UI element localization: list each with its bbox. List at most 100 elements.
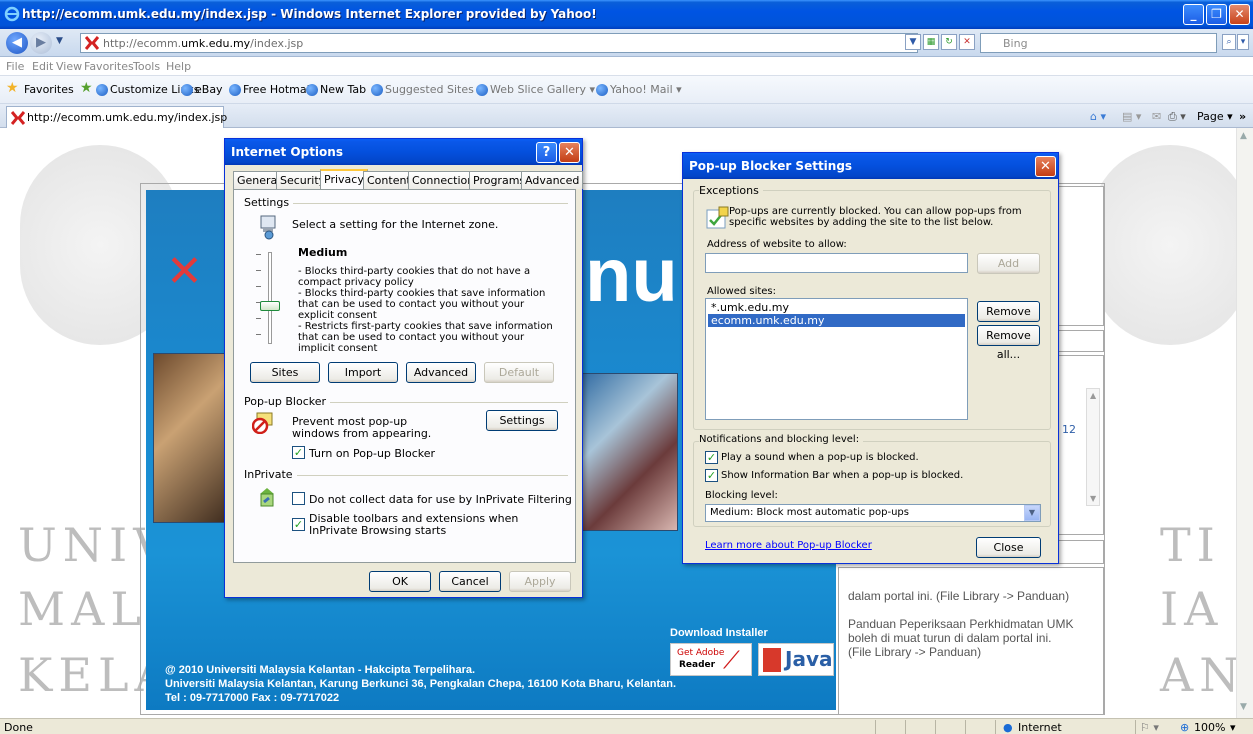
scroll-up-icon[interactable]: ▲ [1240, 131, 1247, 141]
help-button[interactable]: ? [536, 142, 557, 163]
fav-link-new-tab[interactable]: New Tab [320, 83, 366, 96]
java-badge[interactable]: Java [758, 643, 834, 676]
url-input[interactable]: http://ecomm.umk.edu.my/index.jsp [80, 33, 918, 53]
photo-lab [153, 353, 231, 523]
site-favicon-icon [84, 36, 100, 50]
fav-link-free-hotmail[interactable]: Free Hotmail [243, 83, 313, 96]
close-button[interactable]: Close [976, 537, 1041, 558]
add-button[interactable]: Add [977, 253, 1040, 274]
home-icon[interactable]: ⌂ ▾ [1090, 110, 1106, 123]
privacy-slider-thumb[interactable] [260, 301, 280, 311]
scroll-down-icon[interactable]: ▼ [1240, 702, 1247, 712]
menu-tools[interactable]: Tools [133, 60, 160, 73]
favorites-bar: ★ Favorites ★ Customize Links eBay Free … [0, 76, 1253, 104]
back-button[interactable]: ◀ [6, 32, 28, 54]
tab-title: http://ecomm.umk.edu.my/index.jsp [27, 111, 228, 124]
page-scrollbar[interactable]: ▲ ▼ [1236, 128, 1253, 718]
tab-advanced[interactable]: Advanced [521, 171, 584, 189]
fav-link-suggested-sites[interactable]: Suggested Sites ▾ [385, 83, 483, 96]
default-button[interactable]: Default [484, 362, 554, 383]
list-item[interactable]: ecomm.umk.edu.my [708, 314, 965, 327]
page-icon [306, 84, 318, 96]
turn-on-popup-checkbox[interactable]: ✓ [292, 446, 305, 459]
ok-button[interactable]: OK [369, 571, 431, 592]
sites-button[interactable]: Sites [250, 362, 320, 383]
menu-edit[interactable]: Edit [32, 60, 53, 73]
menu-view[interactable]: View [56, 60, 82, 73]
search-input[interactable]: Bing [980, 33, 1217, 53]
menu-bar: File Edit View Favorites Tools Help [0, 57, 1253, 76]
close-dialog-button[interactable]: ✕ [1035, 156, 1056, 177]
search-icon[interactable]: ⌕ [1222, 34, 1236, 50]
watermark-logo-right [1090, 145, 1250, 345]
blocking-level-select[interactable]: Medium: Block most automatic pop-ups ▼ [705, 504, 1041, 522]
fav-link-yahoo-mail[interactable]: Yahoo! Mail ▾ [610, 83, 682, 96]
compatibility-view-icon[interactable]: ▦ [923, 34, 939, 50]
feeds-icon[interactable]: ▤ ▾ [1122, 110, 1141, 123]
show-infobar-checkbox[interactable]: ✓ [705, 469, 718, 482]
close-dialog-button[interactable]: ✕ [559, 142, 580, 163]
print-icon[interactable]: ⎙ ▾ [1168, 110, 1186, 124]
menu-favorites[interactable]: Favorites [84, 60, 134, 73]
inprivate-filtering-checkbox[interactable]: ✓ [292, 492, 305, 505]
menu-file[interactable]: File [6, 60, 24, 73]
remove-all-button[interactable]: Remove all... [977, 325, 1040, 361]
search-options-icon[interactable]: ▾ [1237, 34, 1249, 50]
fav-link-ebay[interactable]: eBay [195, 83, 223, 96]
page-icon [181, 84, 193, 96]
site-favicon-icon [10, 111, 26, 128]
menu-help[interactable]: Help [166, 60, 191, 73]
java-cup-icon [763, 648, 781, 672]
dialog-title-bar: Pop-up Blocker Settings ✕ [683, 153, 1058, 179]
privacy-slider-track[interactable] [268, 252, 272, 344]
favorites-button[interactable]: Favorites [24, 83, 74, 96]
fav-link-web-slice-gallery[interactable]: Web Slice Gallery ▾ [490, 83, 595, 96]
browser-tab[interactable]: http://ecomm.umk.edu.my/index.jsp [6, 106, 228, 128]
zoom-dropdown-icon[interactable]: ▾ [1230, 721, 1236, 734]
add-to-favorites-bar-icon[interactable]: ★ [80, 80, 93, 96]
list-item[interactable]: *.umk.edu.my [708, 301, 965, 314]
scroll-up-icon[interactable]: ▲ [1090, 391, 1096, 400]
status-text: Done [4, 721, 33, 734]
close-window-button[interactable]: ✕ [1229, 4, 1250, 25]
forward-button[interactable]: ▶ [30, 32, 52, 54]
adobe-reader-badge[interactable]: Get Adobe Reader ⟋ [670, 643, 752, 676]
cancel-button[interactable]: Cancel [439, 571, 501, 592]
watermark-text: TI [1160, 518, 1221, 572]
popup-settings-button[interactable]: Settings [486, 410, 558, 431]
tab-content[interactable]: Content [363, 171, 415, 189]
chevron-more-icon[interactable]: » [1239, 110, 1246, 123]
recent-pages-dropdown-icon[interactable]: ▼ [56, 36, 63, 46]
popup-description: Prevent most pop-up windows from appeari… [292, 415, 432, 440]
mail-icon[interactable]: ✉ [1152, 110, 1161, 123]
website-address-input[interactable] [705, 253, 968, 273]
dialog-title: Pop-up Blocker Settings [689, 159, 853, 173]
settings-group-label: Settings [244, 196, 294, 209]
learn-more-link[interactable]: Learn more about Pop-up Blocker [705, 540, 872, 551]
import-button[interactable]: Import [328, 362, 398, 383]
advanced-button[interactable]: Advanced [406, 362, 476, 383]
url-dropdown-icon[interactable]: ▼ [905, 34, 921, 50]
watermark-text: IA [1160, 582, 1224, 636]
zoom-icon[interactable]: ⊕ [1180, 721, 1189, 734]
refresh-icon[interactable]: ↻ [941, 34, 957, 50]
maximize-button[interactable]: ❐ [1206, 4, 1227, 25]
tab-privacy[interactable]: Privacy [320, 169, 368, 190]
scroll-down-icon[interactable]: ▼ [1090, 494, 1096, 503]
apply-button[interactable]: Apply [509, 571, 571, 592]
address-bar: ◀ ▶ ▼ http://ecomm.umk.edu.my/index.jsp … [0, 29, 1253, 57]
inprivate-toolbars-checkbox[interactable]: ✓ [292, 518, 305, 531]
page-menu[interactable]: Page ▾ [1197, 110, 1233, 123]
protected-mode-icon[interactable]: ⚐ ▾ [1140, 721, 1159, 734]
zoom-level[interactable]: 100% [1194, 721, 1225, 734]
news-scrollbar[interactable]: ▲ ▼ [1086, 388, 1100, 506]
chevron-down-icon[interactable]: ▼ [1024, 505, 1040, 521]
internet-options-dialog: Internet Options ? ✕ General Security Pr… [224, 138, 584, 598]
stop-icon[interactable]: ✕ [959, 34, 975, 50]
allowed-sites-list[interactable]: *.umk.edu.my ecomm.umk.edu.my [705, 298, 968, 420]
minimize-button[interactable]: _ [1183, 4, 1204, 25]
exceptions-group-label: Exceptions [699, 184, 763, 197]
play-sound-checkbox[interactable]: ✓ [705, 451, 718, 464]
remove-button[interactable]: Remove [977, 301, 1040, 322]
news-number[interactable]: 12 [1062, 423, 1076, 436]
